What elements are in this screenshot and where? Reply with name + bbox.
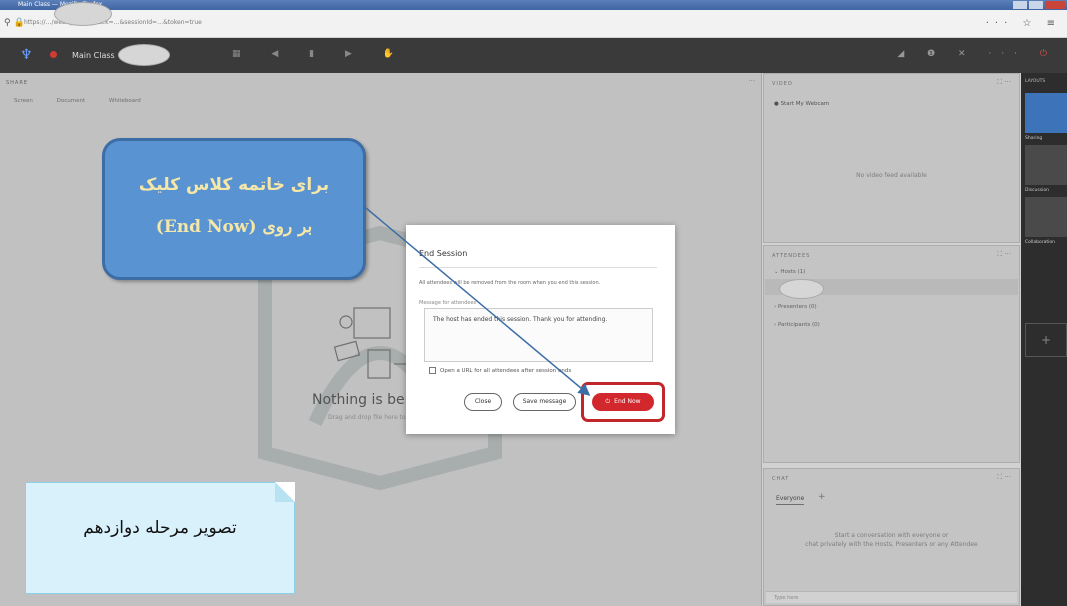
step-caption-box: تصویر مرحله دوازدهم (25, 482, 295, 594)
layout-tile-sharing[interactable] (1025, 93, 1067, 133)
callout-line-1: برای خاتمه کلاس کلیک (138, 175, 330, 195)
save-message-button[interactable]: Save message (513, 393, 576, 411)
open-url-label: Open a URL for all attendees after sessi… (440, 368, 572, 374)
layouts-title: LAYOUTS (1025, 79, 1046, 84)
callout-line-2: (End Now) بر روی (155, 217, 313, 237)
dialog-divider (419, 267, 657, 268)
redaction-blob (54, 2, 112, 26)
maximize-button[interactable] (1029, 1, 1043, 9)
room-name: Main Class (72, 51, 115, 60)
layout-tile-collaboration[interactable] (1025, 197, 1067, 237)
open-url-checkbox[interactable] (429, 367, 436, 374)
url-field[interactable]: https://…/webapp-room?ack=…&sessionId=…&… (24, 19, 202, 26)
dialog-title: End Session (419, 249, 468, 258)
close-window-button[interactable] (1045, 1, 1065, 9)
layout-label-collaboration: Collaboration (1025, 240, 1055, 245)
header-tools-icons[interactable]: ▦ ◀ ▮ ▶ ✋ (232, 49, 408, 59)
end-now-label: End Now (614, 398, 641, 405)
minimize-button[interactable] (1013, 1, 1027, 9)
record-indicator-icon[interactable] (50, 51, 57, 58)
power-icon: ⏻ (605, 398, 611, 405)
layout-label-discussion: Discussion (1025, 188, 1049, 193)
header-right-icons[interactable]: ◢ ❶ ✕ ··· ⏻ (897, 49, 1057, 59)
dialog-info-text: All attendees will be removed from the r… (419, 280, 601, 286)
redaction-blob (118, 44, 170, 66)
end-power-icon[interactable]: ⏻ (1040, 49, 1057, 59)
message-label: Message for attendees (419, 300, 477, 306)
browser-address-bar: ⚲ 🔒 https://…/webapp-room?ack=…&sessionI… (0, 10, 1067, 38)
open-url-option[interactable]: Open a URL for all attendees after sessi… (429, 367, 571, 374)
browser-menu-icons[interactable]: ··· ☆ ≡ (986, 18, 1061, 29)
end-now-button[interactable]: ⏻ End Now (592, 393, 654, 411)
lock-icon: ⚲ 🔒 (4, 18, 25, 28)
message-textarea[interactable]: The host has ended this session. Thank y… (424, 308, 653, 362)
end-session-dialog: End Session All attendees will be remove… (406, 225, 675, 434)
add-layout-button[interactable]: + (1025, 323, 1067, 357)
window-controls (1005, 1, 1065, 9)
instruction-callout: برای خاتمه کلاس کلیک (End Now) بر روی (102, 138, 366, 280)
folded-corner (275, 482, 295, 502)
layout-tile-discussion[interactable] (1025, 145, 1067, 185)
app-logo-icon[interactable]: ♆ (20, 47, 33, 63)
layouts-panel: LAYOUTS Sharing Discussion Collaboration… (1021, 73, 1067, 606)
step-caption: تصویر مرحله دوازدهم (83, 518, 237, 538)
close-button[interactable]: Close (464, 393, 502, 411)
layout-label-sharing: Sharing (1025, 136, 1043, 141)
browser-title-bar: Main Class — Mozilla Firefox (0, 0, 1067, 10)
redaction-blob (779, 279, 824, 299)
screenshot-frame: Main Class — Mozilla Firefox ⚲ 🔒 https:/… (0, 0, 1067, 606)
